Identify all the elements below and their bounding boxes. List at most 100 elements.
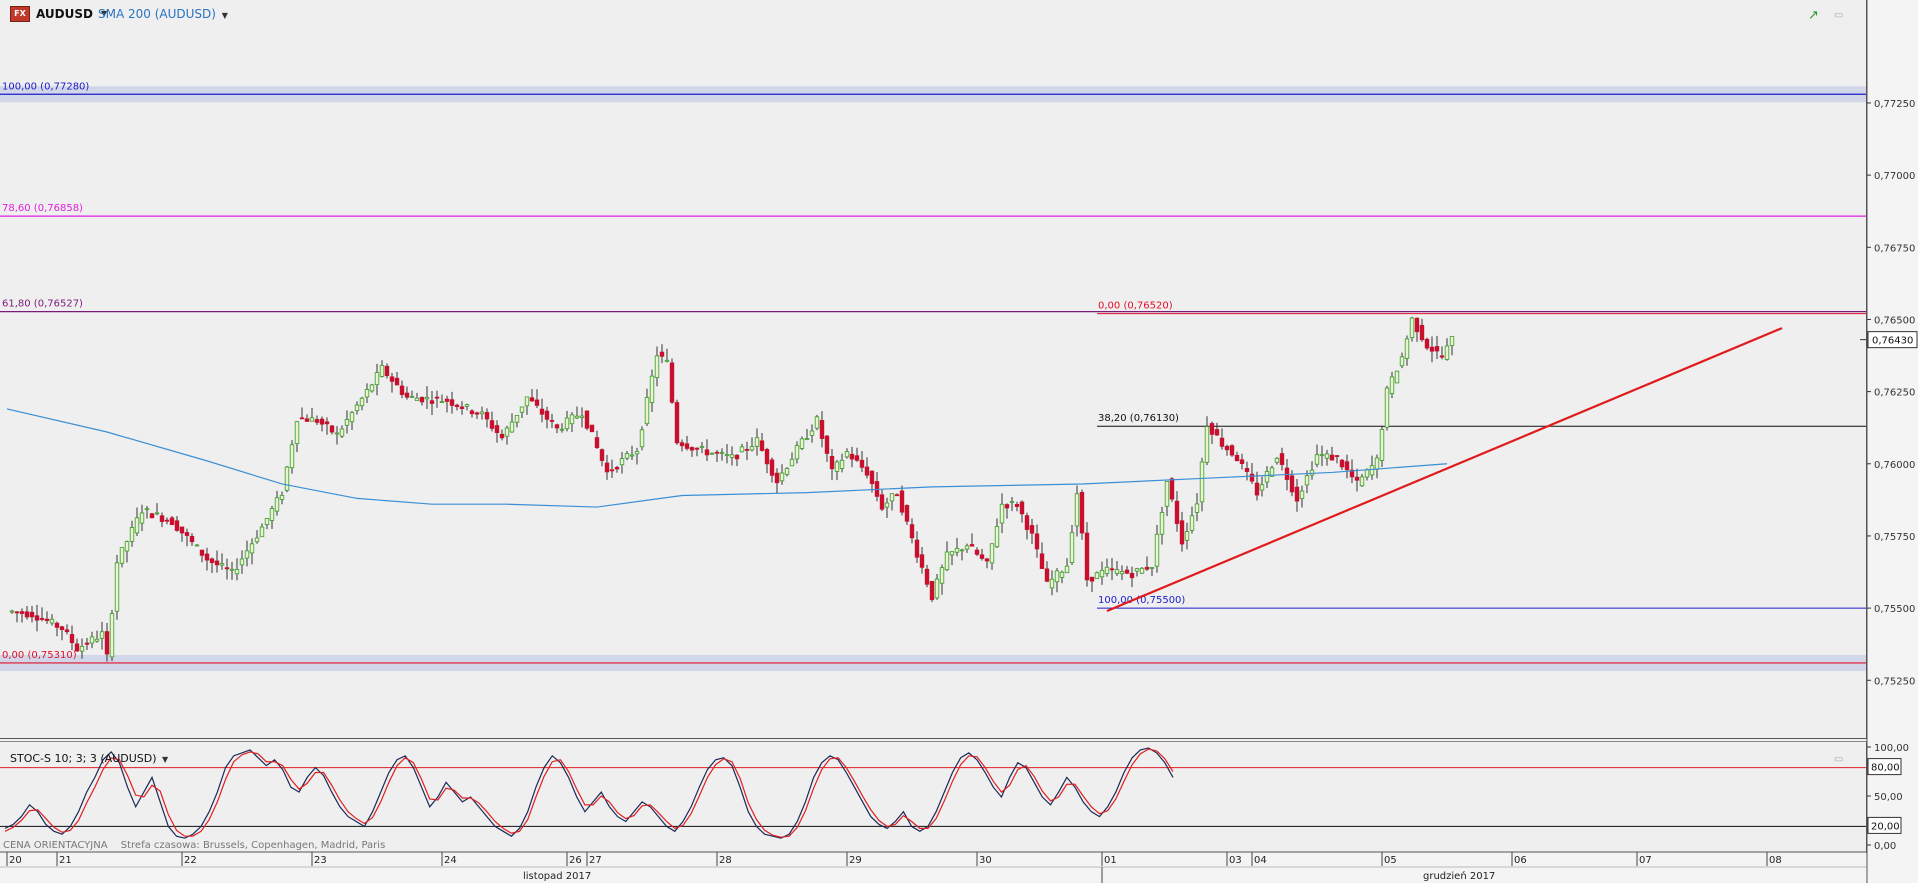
candle-body bbox=[199, 549, 205, 556]
stochastic-panel[interactable]: STOC-S 10; 3; 3 (AUDUSD) ▼ ▭ CENA ORIENT… bbox=[0, 741, 1867, 853]
candle-body bbox=[684, 443, 690, 449]
candle-body bbox=[784, 468, 790, 475]
candle-body bbox=[1149, 566, 1155, 569]
candle-body bbox=[664, 359, 670, 362]
chevron-down-icon[interactable]: ▼ bbox=[222, 11, 228, 20]
price-tick-label: 0,76000 bbox=[1874, 460, 1915, 471]
price-tick-label: 0,76250 bbox=[1874, 388, 1915, 399]
candle-body bbox=[889, 493, 895, 502]
window-restore-icon[interactable]: ▭ bbox=[1834, 10, 1843, 21]
candle-body bbox=[1344, 461, 1350, 471]
candle-body bbox=[1139, 567, 1145, 574]
candle-body bbox=[1259, 484, 1265, 491]
candle-body bbox=[1224, 445, 1230, 451]
candle-body bbox=[559, 428, 565, 431]
candle-body bbox=[354, 404, 360, 411]
indicator-selector[interactable]: SMA 200 (AUDUSD) ▼ bbox=[98, 6, 228, 24]
candle-body bbox=[144, 508, 150, 511]
chevron-down-icon[interactable]: ▼ bbox=[162, 755, 168, 764]
price-axis-svg: 0,77250 0,77000 0,76750 0,76500 0,76250 0,760… bbox=[1866, 0, 1918, 883]
month-label: listopad 2017 bbox=[523, 871, 591, 882]
time-tick-label: 29 bbox=[849, 855, 862, 866]
candle-body bbox=[189, 535, 195, 543]
candle-body bbox=[19, 611, 25, 614]
candle-body bbox=[959, 549, 965, 552]
candle-body bbox=[364, 389, 370, 398]
candle-body bbox=[1159, 512, 1165, 535]
candle-body bbox=[529, 397, 535, 402]
stoch-tick-label: 100,00 bbox=[1874, 743, 1909, 754]
candle-body bbox=[1014, 504, 1020, 507]
candle-body bbox=[949, 551, 955, 556]
candle-body bbox=[254, 537, 260, 543]
candle-body bbox=[84, 642, 90, 645]
symbol-label: AUDUSD bbox=[36, 7, 93, 21]
current-price-tag: 0,76430 bbox=[1867, 331, 1918, 349]
candle-body bbox=[769, 459, 775, 476]
candle-body bbox=[699, 446, 705, 449]
price-tick-label: 0,76750 bbox=[1874, 243, 1915, 254]
stochastic-title[interactable]: STOC-S 10; 3; 3 (AUDUSD) ▼ bbox=[10, 752, 168, 765]
candle-body bbox=[229, 568, 235, 571]
candle-body bbox=[1409, 317, 1415, 338]
main-chart-panel[interactable]: 100,00 (0,77280) 78,60 (0,76858) 61,80 (0,… bbox=[0, 0, 1867, 739]
stochastic-chart[interactable] bbox=[0, 742, 1866, 852]
candle-body bbox=[1189, 515, 1195, 531]
candle-body bbox=[39, 618, 45, 620]
candle-body bbox=[309, 417, 315, 422]
candle-body bbox=[469, 410, 475, 415]
candle-body bbox=[219, 563, 225, 566]
candle-body bbox=[104, 631, 110, 655]
candle-body bbox=[919, 554, 925, 568]
candle-body bbox=[434, 396, 440, 399]
candle-body bbox=[429, 400, 435, 404]
candle-body bbox=[324, 421, 330, 425]
candle-body bbox=[1069, 532, 1075, 563]
candle-body bbox=[834, 461, 840, 472]
candle-body bbox=[74, 643, 80, 652]
candle-body bbox=[69, 634, 75, 644]
price-chart[interactable]: 100,00 (0,77280) 78,60 (0,76858) 61,80 (0,… bbox=[0, 0, 1866, 738]
candle-body bbox=[479, 411, 485, 415]
candle-body bbox=[1279, 453, 1285, 465]
symbol-selector[interactable]: FX AUDUSD ▼ bbox=[10, 6, 107, 22]
candle-body bbox=[459, 406, 465, 409]
candle-body bbox=[1284, 467, 1290, 480]
candle-body bbox=[689, 447, 695, 451]
candle-body bbox=[614, 466, 620, 470]
candle-body bbox=[1229, 445, 1235, 456]
candle-body bbox=[649, 375, 655, 403]
candle-body bbox=[1184, 531, 1190, 541]
candle-body bbox=[329, 425, 335, 433]
candle-body bbox=[1249, 473, 1255, 482]
candle-body bbox=[484, 412, 490, 420]
price-axis: 0,77250 0,77000 0,76750 0,76500 0,76250 0,760… bbox=[1866, 0, 1918, 883]
candle-body bbox=[1359, 476, 1365, 487]
candle-body bbox=[334, 432, 340, 435]
candle-body bbox=[34, 615, 40, 621]
candle-body bbox=[509, 421, 515, 433]
candle-body bbox=[1064, 565, 1070, 574]
candle-body bbox=[514, 415, 520, 423]
candle-body bbox=[1054, 570, 1060, 583]
candle-body bbox=[909, 524, 915, 539]
candle-body bbox=[1244, 467, 1250, 472]
candle-body bbox=[209, 558, 215, 563]
candle-body bbox=[1099, 570, 1105, 578]
candle-body bbox=[829, 456, 835, 470]
candle-body bbox=[524, 396, 530, 407]
candle-body bbox=[504, 427, 510, 437]
price-tick-label: 0,75250 bbox=[1874, 676, 1915, 687]
candle-body bbox=[1364, 469, 1370, 478]
chart-trend-icon[interactable]: ↗ bbox=[1808, 8, 1819, 23]
candle-body bbox=[174, 520, 180, 531]
candle-body bbox=[814, 416, 820, 429]
candle-body bbox=[564, 417, 570, 429]
time-tick-label: 27 bbox=[589, 855, 602, 866]
window-restore-icon[interactable]: ▭ bbox=[1834, 754, 1843, 765]
candle-body bbox=[744, 449, 750, 451]
candle-body bbox=[639, 429, 645, 448]
candle-body bbox=[634, 451, 640, 455]
candle-body bbox=[404, 392, 410, 398]
time-tick-label: 03 bbox=[1229, 855, 1242, 866]
